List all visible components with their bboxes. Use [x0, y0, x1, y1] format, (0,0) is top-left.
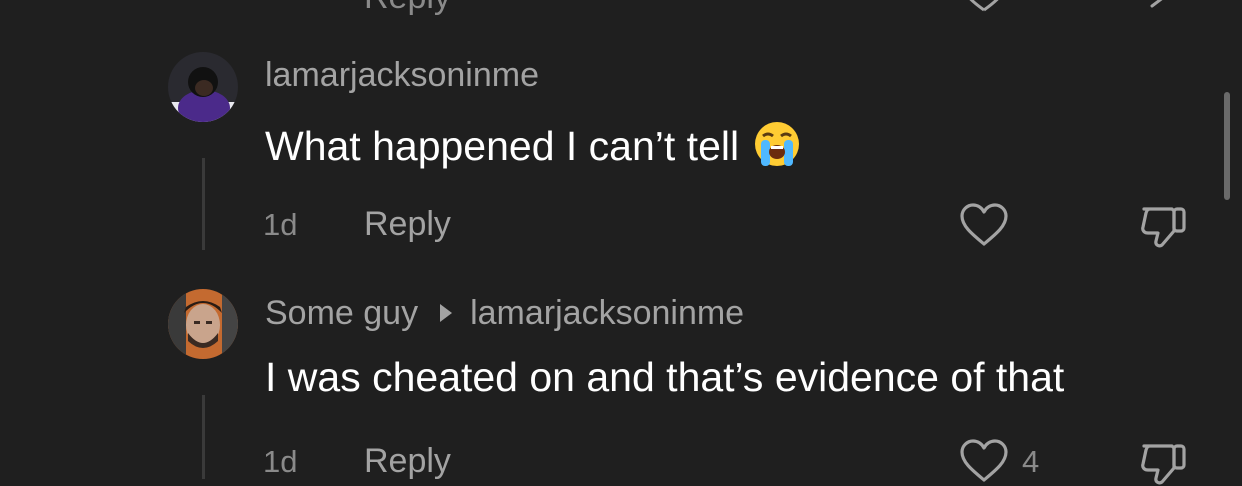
comment-text: I was cheated on and that’s evidence of … — [265, 354, 1065, 400]
heart-icon[interactable] — [958, 202, 1010, 248]
avatar-photo-2 — [168, 289, 238, 359]
heart-icon[interactable] — [958, 438, 1010, 484]
reply-button[interactable]: Reply — [364, 444, 451, 478]
scrollbar[interactable] — [1224, 92, 1230, 200]
previous-thumbs-down-icon[interactable] — [1138, 0, 1190, 12]
avatar-photo-1 — [168, 52, 238, 122]
thread-line — [202, 158, 205, 250]
avatar[interactable] — [168, 52, 238, 122]
comment-text: What happened I can’t tell — [265, 120, 801, 168]
reply-to-username[interactable]: lamarjacksoninme — [470, 296, 744, 330]
thread-line — [202, 395, 205, 479]
comment-header: Some guy lamarjacksoninme — [265, 296, 744, 330]
reply-button[interactable]: Reply — [364, 207, 451, 241]
previous-heart-icon[interactable] — [958, 0, 1010, 12]
loudly-crying-face-icon — [753, 120, 801, 168]
like-count: 4 — [1022, 444, 1040, 479]
previous-reply-button[interactable]: Reply — [364, 0, 451, 17]
comment-username[interactable]: lamarjacksoninme — [265, 58, 539, 92]
avatar[interactable] — [168, 289, 238, 359]
play-caret-icon — [440, 304, 453, 322]
comment-timestamp: 1d — [263, 444, 298, 479]
thumbs-down-icon[interactable] — [1138, 440, 1190, 486]
thumbs-down-icon[interactable] — [1138, 203, 1190, 249]
comment-text-body: What happened I can’t tell — [265, 123, 740, 169]
comment-username[interactable]: Some guy — [265, 296, 418, 330]
comment-timestamp: 1d — [263, 207, 298, 242]
